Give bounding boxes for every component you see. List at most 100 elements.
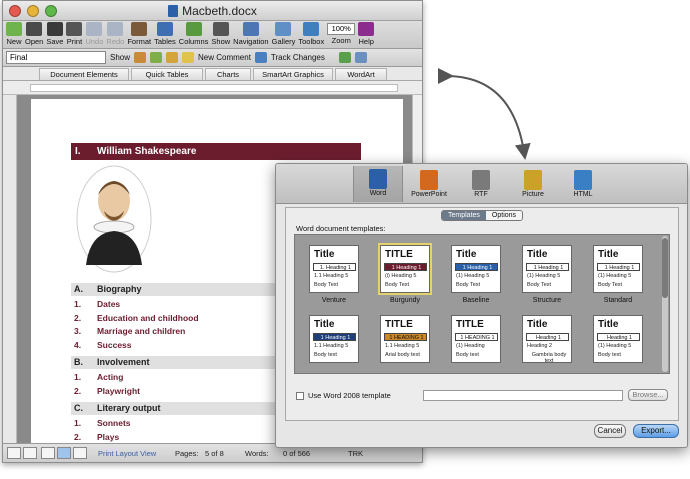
template-heading-sample: 1 HEADING 1 <box>455 333 498 341</box>
template-thumbnail[interactable]: Title 1 Heading 1 (1) Heading 5 Body Text <box>451 245 501 293</box>
template-option[interactable]: TITLE 1 HEADING 1 1.1 Heading 5 Arial body … <box>372 315 438 367</box>
markup-view-select[interactable]: Final <box>6 51 106 64</box>
template-thumbnail[interactable]: Title Heading 1 Heading 2 Gambria body text <box>522 315 572 363</box>
tab-charts[interactable]: Charts <box>205 68 251 80</box>
template-thumbnail[interactable]: Title 1 Heading 1 1.1 Heading 5 Body text <box>309 315 359 363</box>
template-option[interactable]: TITLE 1 Heading 1 (i) Heading 5 Body Text Bu… <box>372 243 438 304</box>
template-thumbnail[interactable]: Title 1 Heading 1 (1) Heading 5 Body Text <box>593 245 643 293</box>
compare-icon[interactable] <box>354 52 367 63</box>
shakespeare-portrait-image[interactable] <box>76 165 152 273</box>
template-name: Venture <box>321 297 347 304</box>
template-body-sample: Body Text <box>385 282 410 288</box>
format-html-button[interactable]: HTML <box>558 167 608 198</box>
publishing-view-button[interactable] <box>41 447 55 459</box>
tab-smartart-graphics[interactable]: SmartArt Graphics <box>253 68 333 80</box>
screenshot-stage: Macbeth.docx New Open Save Print Undo Redo For… <box>0 0 690 479</box>
format-word-button[interactable]: Word <box>353 166 403 202</box>
toolbar-gallery-button[interactable]: Gallery <box>272 21 295 46</box>
toolbar-button-label: Format <box>127 37 152 46</box>
navigation-pane-icon <box>242 22 259 36</box>
format-label: HTML <box>573 191 593 198</box>
tab-document-elements[interactable]: Document Elements <box>39 68 129 80</box>
table-icon <box>156 22 173 36</box>
template-option[interactable]: Title Heading 1 (1) Heading 5 Body text <box>585 315 651 367</box>
toolbar-tables-button[interactable]: Tables <box>154 21 176 46</box>
tab-options[interactable]: Options <box>485 211 523 220</box>
use-word-2008-template-label: Use Word 2008 template <box>308 391 391 400</box>
tab-templates[interactable]: Templates <box>442 211 486 220</box>
toolbar-zoom-button[interactable]: 100% Zoom <box>327 21 356 45</box>
template-option[interactable]: Title 1 Heading 1 (1) Heading 5 Body Text Ba… <box>443 245 509 304</box>
toolbar-show-button[interactable]: Show <box>211 21 230 46</box>
item-number: 3. <box>74 326 82 336</box>
toolbar-open-button[interactable]: Open <box>25 21 43 46</box>
section-title: Literary output <box>97 403 161 413</box>
previous-change-icon[interactable] <box>166 52 179 63</box>
template-thumbnail[interactable]: TITLE 1 Heading 1 (i) Heading 5 Body Text <box>378 243 432 295</box>
browse-button[interactable]: Browse... <box>628 389 668 401</box>
show-markup-menu[interactable]: Show <box>110 53 130 62</box>
template-thumbnail[interactable]: Title 1. Heading 1 1.1 Heading 5 Body Text <box>309 245 359 293</box>
toolbar-undo-button[interactable]: Undo <box>85 21 103 46</box>
template-title-sample: TITLE <box>456 319 484 330</box>
toolbar-toolbox-button[interactable]: Toolbox <box>298 21 324 46</box>
template-thumbnail[interactable]: TITLE 1 HEADING 1 (1) Heading Body text <box>451 315 501 363</box>
print-layout-view-button[interactable] <box>57 447 71 459</box>
template-body-sample: Body Text <box>314 282 339 288</box>
template-thumbnail[interactable]: TITLE 1 HEADING 1 1.1 Heading 5 Arial body … <box>380 315 430 363</box>
section-title: Biography <box>97 284 142 294</box>
toolbar-help-button[interactable]: Help <box>358 21 375 46</box>
template-title-sample: Title <box>456 249 477 260</box>
save-as-dialog: Word PowerPoint RTF Picture HTML Templates O… <box>275 163 688 448</box>
track-changes-icon <box>254 52 267 63</box>
zoom-value-field[interactable]: 100% <box>327 23 356 35</box>
tab-wordart[interactable]: WordArt <box>335 68 387 80</box>
toolbar-button-label: Toolbox <box>298 37 325 46</box>
template-name: Standard <box>603 297 633 304</box>
template-option[interactable]: Title Heading 1 Heading 2 Gambria body text <box>514 315 580 367</box>
open-folder-icon <box>26 22 43 36</box>
template-subheading-sample: (1) Heading 5 <box>598 273 632 279</box>
toolbar-print-button[interactable]: Print <box>66 21 83 46</box>
vertical-ruler[interactable] <box>3 95 17 445</box>
outline-view-button[interactable] <box>23 447 37 459</box>
share-icon[interactable] <box>338 52 351 63</box>
track-changes-button[interactable]: Track Changes <box>271 53 325 62</box>
template-path-field[interactable] <box>423 390 623 401</box>
toolbar-navigation-button[interactable]: Navigation <box>233 21 269 46</box>
template-thumbnail[interactable]: Title 1 Heading 1 (1) Heading 5 Body Text <box>522 245 572 293</box>
toolbar-columns-button[interactable]: Columns <box>179 21 208 46</box>
cancel-button[interactable]: Cancel <box>594 424 626 438</box>
toolbar-save-button[interactable]: Save <box>46 21 63 46</box>
horizontal-ruler[interactable] <box>3 81 422 95</box>
template-option[interactable]: Title 1 Heading 1 (1) Heading 5 Body Text St… <box>514 245 580 304</box>
redo-icon <box>107 22 124 36</box>
template-option[interactable]: Title 1 Heading 1 1.1 Heading 5 Body text <box>301 315 367 367</box>
template-option[interactable]: Title 1 Heading 1 (1) Heading 5 Body Text St… <box>585 245 651 304</box>
toolbar-format-button[interactable]: Format <box>127 21 151 46</box>
notebook-view-button[interactable] <box>73 447 87 459</box>
accept-change-icon[interactable] <box>134 52 147 63</box>
item-number: 1. <box>74 299 82 309</box>
template-gallery-scrollbar[interactable] <box>662 236 668 372</box>
scrollbar-knob[interactable] <box>662 238 668 298</box>
toolbar-new-button[interactable]: New <box>6 21 22 46</box>
toolbar-redo-button[interactable]: Redo <box>106 21 124 46</box>
template-thumbnail[interactable]: Title Heading 1 (1) Heading 5 Body text <box>593 315 643 363</box>
use-word-2008-template-checkbox[interactable] <box>296 391 304 400</box>
format-picture-button[interactable]: Picture <box>508 167 558 198</box>
title-bar[interactable]: Macbeth.docx <box>3 1 422 21</box>
format-rtf-button[interactable]: RTF <box>456 167 506 198</box>
reject-change-icon[interactable] <box>150 52 163 63</box>
template-subheading-sample: (1) Heading <box>456 343 485 349</box>
format-powerpoint-button[interactable]: PowerPoint <box>404 167 454 198</box>
tab-quick-tables[interactable]: Quick Tables <box>131 68 203 80</box>
words-value[interactable]: 0 of 566 <box>283 449 310 458</box>
template-option[interactable]: Title 1. Heading 1 1.1 Heading 5 Body Text V… <box>301 245 367 304</box>
draft-view-button[interactable] <box>7 447 21 459</box>
template-option[interactable]: TITLE 1 HEADING 1 (1) Heading Body text <box>443 315 509 367</box>
new-comment-button[interactable]: New Comment <box>198 53 251 62</box>
item-text: Marriage and children <box>97 326 186 336</box>
track-changes-indicator[interactable]: TRK <box>348 449 363 458</box>
export-button[interactable]: Export... <box>633 424 679 438</box>
